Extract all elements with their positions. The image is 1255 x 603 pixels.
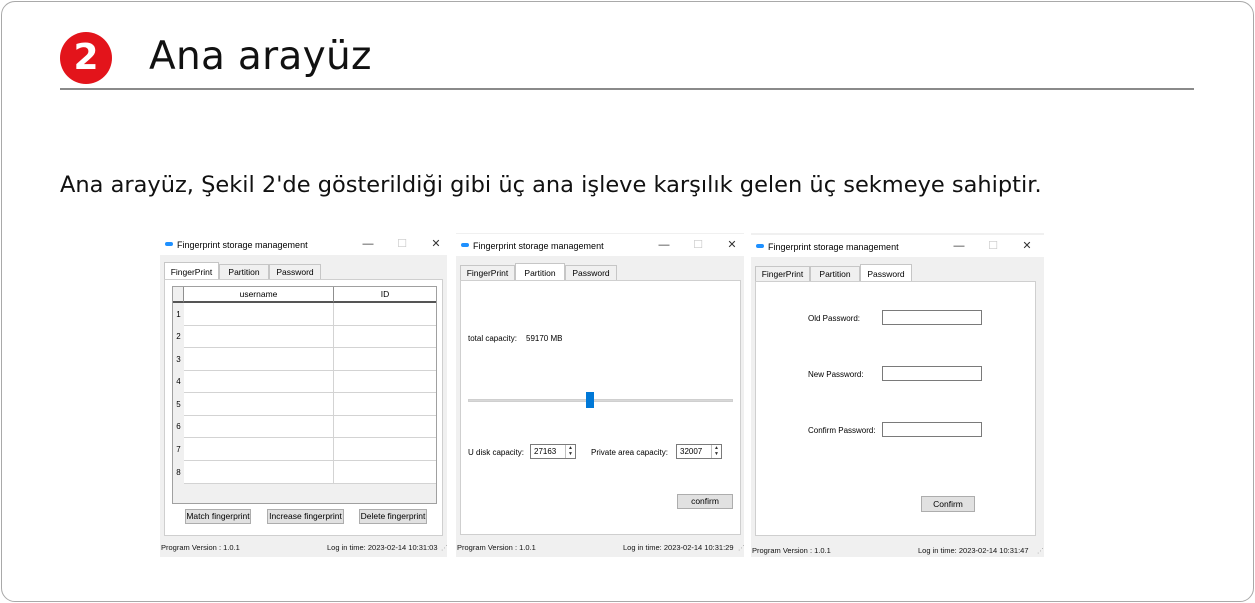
tab-partition[interactable]: Partition	[515, 263, 565, 281]
match-fingerprint-button[interactable]: Match fingerprint	[185, 509, 251, 524]
table-cell[interactable]	[334, 393, 436, 416]
program-version: Program Version : 1.0.1	[457, 543, 536, 552]
column-header-id[interactable]: ID	[334, 287, 436, 303]
table-cell[interactable]	[184, 393, 334, 416]
row-number: 8	[176, 468, 181, 477]
window-title: Fingerprint storage management	[177, 240, 308, 250]
private-area-capacity-label: Private area capacity:	[591, 448, 668, 457]
private-area-capacity-value: 32007	[680, 447, 703, 456]
maximize-button[interactable]: ☐	[983, 238, 1003, 254]
login-time: Log in time: 2023-02-14 10:31:47	[918, 546, 1029, 555]
fingerprint-panel: username ID 1 2 3 4 5 6 7 8 Match finger…	[164, 279, 443, 536]
table-corner	[173, 287, 184, 303]
old-password-input[interactable]	[882, 310, 982, 325]
tab-fingerprint[interactable]: FingerPrint	[164, 262, 219, 280]
table-cell[interactable]	[334, 303, 436, 326]
resize-grip[interactable]: ⋰	[441, 544, 448, 552]
fingerprint-table[interactable]: username ID 1 2 3 4 5 6 7 8	[172, 286, 437, 504]
window-title: Fingerprint storage management	[768, 242, 899, 252]
udisk-capacity-label: U disk capacity:	[468, 448, 525, 457]
table-cell[interactable]	[184, 461, 334, 484]
title-divider	[60, 88, 1194, 90]
confirm-password-button[interactable]: Confirm	[921, 496, 975, 512]
program-version: Program Version : 1.0.1	[752, 546, 831, 555]
close-button[interactable]: ✕	[722, 237, 742, 253]
row-number: 1	[176, 310, 181, 319]
app-icon	[165, 242, 173, 246]
table-cell[interactable]	[184, 326, 334, 348]
row-number: 2	[176, 332, 181, 341]
tab-partition[interactable]: Partition	[219, 264, 269, 279]
intro-text: Ana arayüz, Şekil 2'de gösterildiği gibi…	[60, 172, 1042, 198]
login-time: Log in time: 2023-02-14 10:31:29	[623, 543, 734, 552]
close-button[interactable]: ✕	[1017, 238, 1037, 254]
new-password-input[interactable]	[882, 366, 982, 381]
app-icon	[461, 243, 469, 247]
row-number: 6	[176, 422, 181, 431]
resize-grip[interactable]: ⋰	[738, 544, 745, 552]
minimize-button[interactable]: —	[358, 236, 378, 252]
tab-password[interactable]: Password	[269, 264, 321, 279]
table-cell[interactable]	[184, 303, 334, 326]
confirm-partition-button[interactable]: confirm	[677, 494, 733, 509]
app-icon	[756, 244, 764, 248]
old-password-label: Old Password:	[808, 314, 861, 323]
row-number: 4	[176, 377, 181, 386]
window-password: Fingerprint storage management — ☐ ✕ Fin…	[751, 233, 1044, 557]
table-cell[interactable]	[334, 348, 436, 371]
resize-grip[interactable]: ⋰	[1037, 547, 1044, 555]
udisk-capacity-value: 27163	[534, 447, 557, 456]
confirm-password-input[interactable]	[882, 422, 982, 437]
close-button[interactable]: ✕	[426, 236, 446, 252]
total-capacity-value: 59170 MB	[526, 334, 563, 343]
page-title: Ana arayüz	[149, 34, 372, 79]
row-number: 3	[176, 355, 181, 364]
partition-panel: total capacity: 59170 MB U disk capacity…	[460, 280, 741, 535]
row-number: 5	[176, 400, 181, 409]
table-cell[interactable]	[334, 416, 436, 438]
window-fingerprint: Fingerprint storage management — ☐ ✕ Fin…	[160, 233, 448, 557]
maximize-button[interactable]: ☐	[688, 237, 708, 253]
tab-partition[interactable]: Partition	[810, 266, 860, 281]
spin-arrows-icon[interactable]: ▲ ▼	[711, 445, 721, 458]
capacity-slider-thumb[interactable]	[586, 392, 595, 408]
private-area-capacity-spinbox[interactable]: 32007 ▲ ▼	[676, 444, 722, 459]
delete-fingerprint-button[interactable]: Delete fingerprint	[359, 509, 427, 524]
total-capacity-label: total capacity:	[468, 334, 517, 343]
title-bar: Fingerprint storage management — ☐ ✕	[160, 233, 447, 255]
password-panel: Old Password: New Password: Confirm Pass…	[755, 281, 1036, 536]
program-version: Program Version : 1.0.1	[161, 543, 240, 552]
increase-fingerprint-button[interactable]: Increase fingerprint	[267, 509, 344, 524]
table-cell[interactable]	[334, 438, 436, 461]
udisk-capacity-spinbox[interactable]: 27163 ▲ ▼	[530, 444, 576, 459]
tab-password[interactable]: Password	[565, 265, 617, 280]
window-title: Fingerprint storage management	[473, 241, 604, 251]
new-password-label: New Password:	[808, 370, 864, 379]
title-bar: Fingerprint storage management — ☐ ✕	[751, 235, 1044, 257]
table-cell[interactable]	[184, 348, 334, 371]
row-number: 7	[176, 445, 181, 454]
maximize-button[interactable]: ☐	[392, 236, 412, 252]
confirm-password-label: Confirm Password:	[808, 426, 876, 435]
table-cell[interactable]	[184, 416, 334, 438]
minimize-button[interactable]: —	[654, 237, 674, 253]
tab-password[interactable]: Password	[860, 264, 912, 282]
table-cell[interactable]	[334, 461, 436, 484]
window-partition: Fingerprint storage management — ☐ ✕ Fin…	[456, 233, 745, 557]
tab-fingerprint[interactable]: FingerPrint	[755, 266, 810, 281]
column-header-username[interactable]: username	[184, 287, 334, 303]
table-cell[interactable]	[184, 438, 334, 461]
capacity-slider-track[interactable]	[468, 399, 733, 402]
minimize-button[interactable]: —	[949, 238, 969, 254]
title-bar: Fingerprint storage management — ☐ ✕	[456, 234, 744, 256]
step-badge: 2	[60, 32, 112, 84]
table-cell[interactable]	[184, 371, 334, 393]
login-time: Log in time: 2023-02-14 10:31:03	[327, 543, 438, 552]
table-cell[interactable]	[334, 371, 436, 393]
spin-arrows-icon[interactable]: ▲ ▼	[565, 445, 575, 458]
tab-fingerprint[interactable]: FingerPrint	[460, 265, 515, 280]
table-cell[interactable]	[334, 326, 436, 348]
